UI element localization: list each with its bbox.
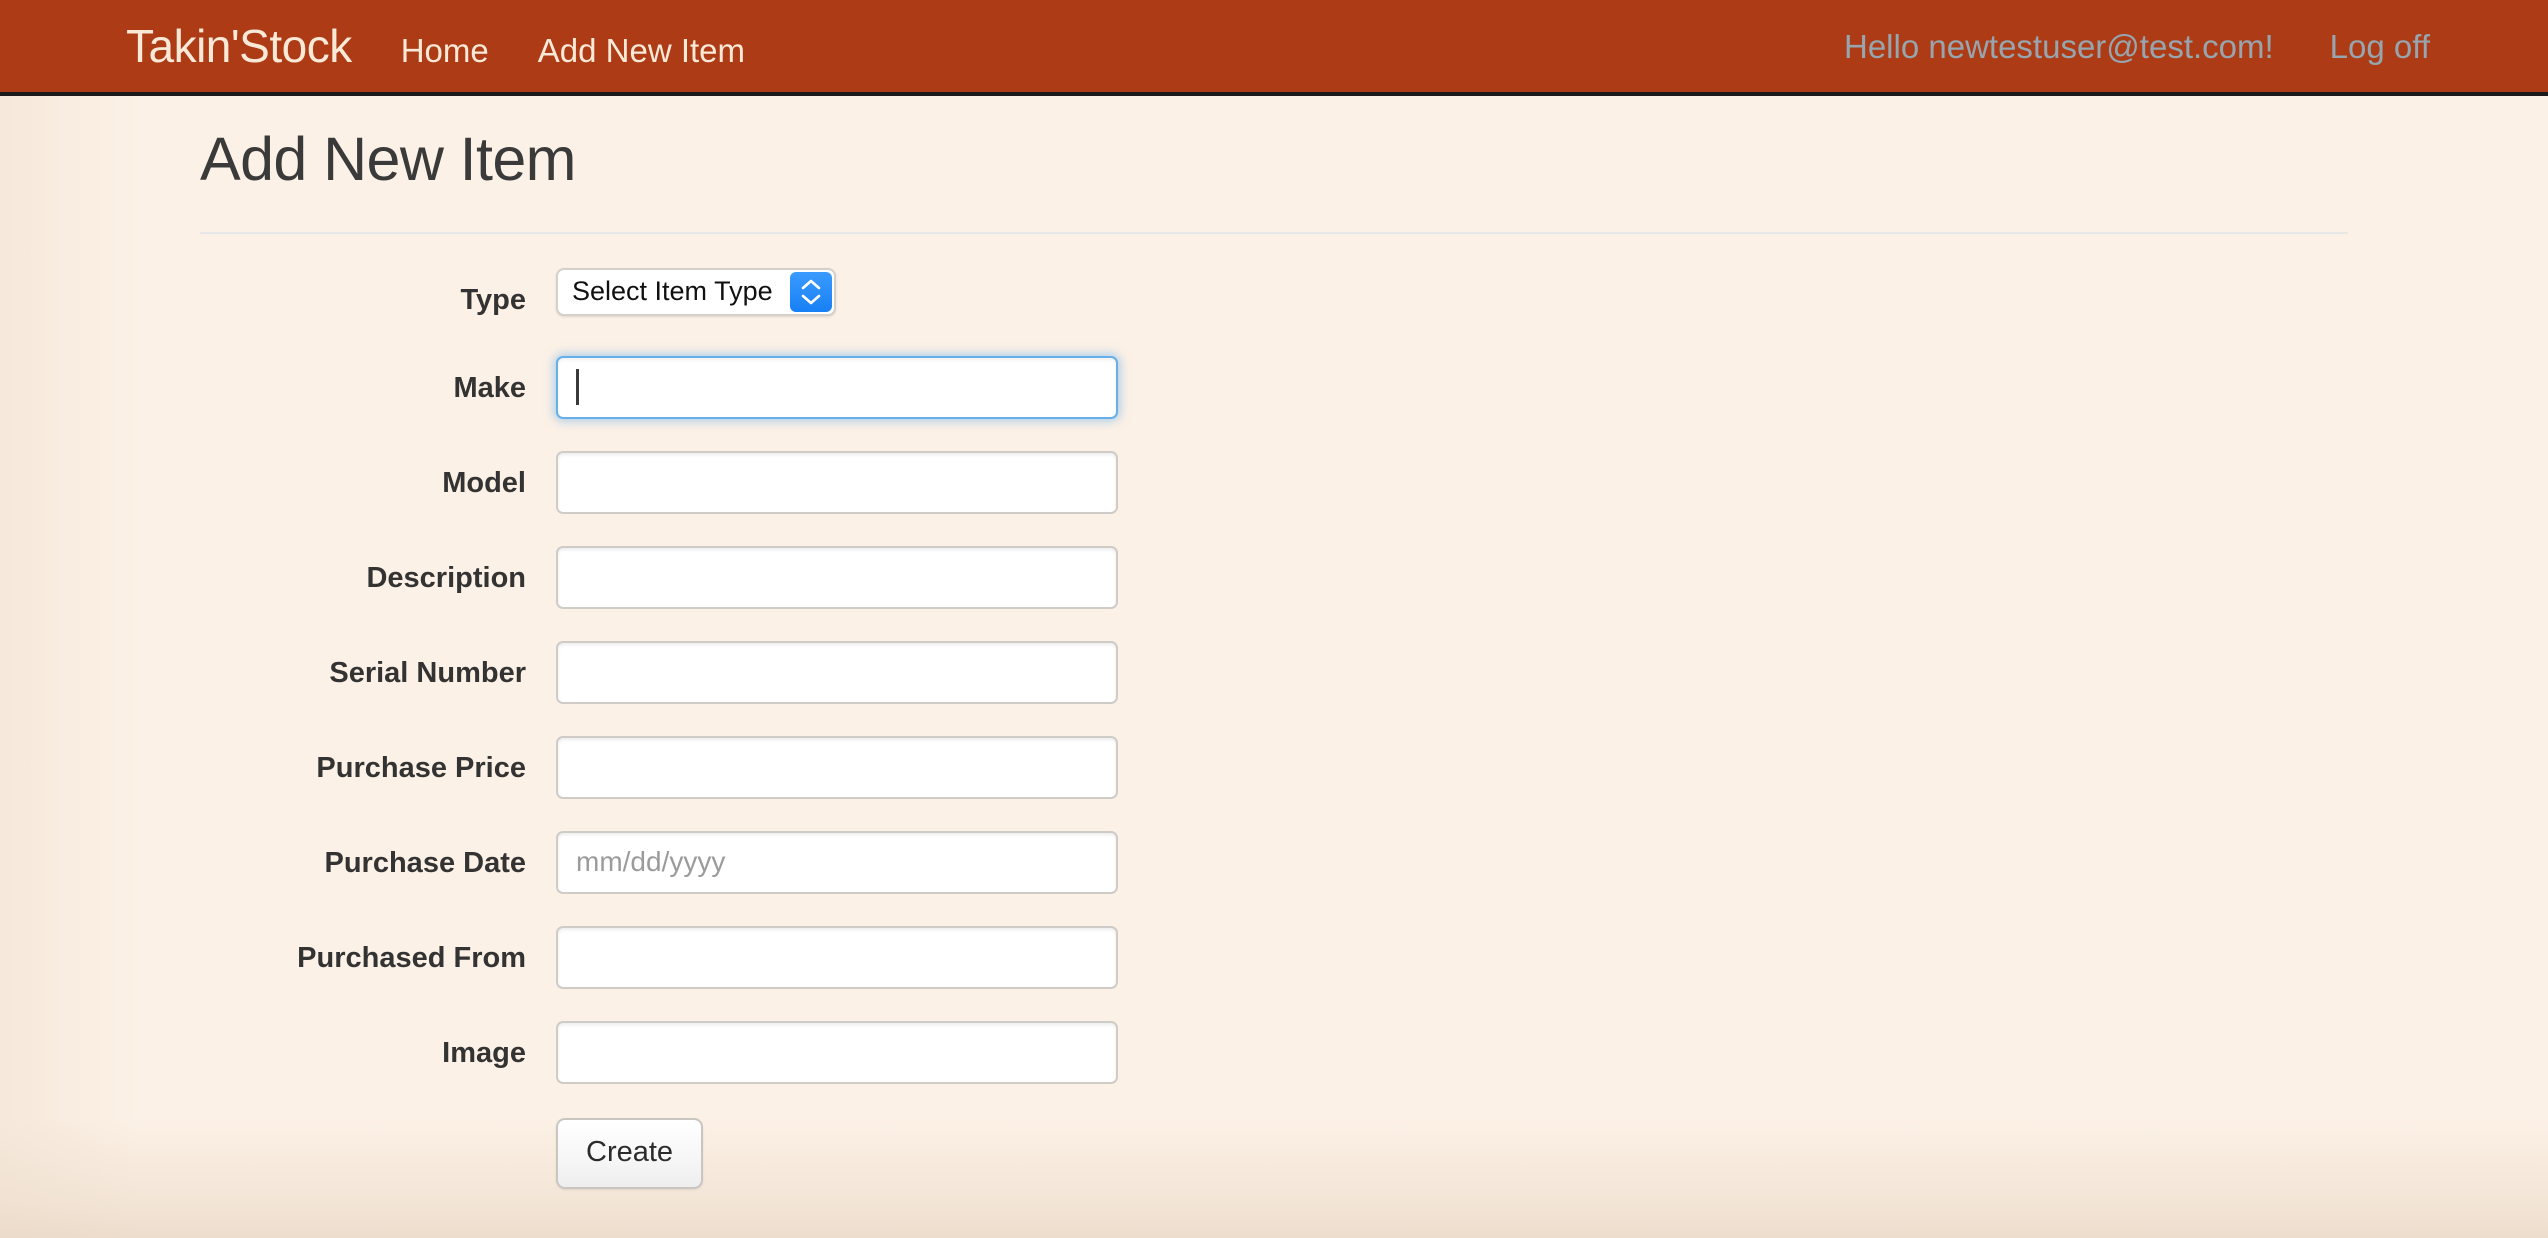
page-title: Add New Item — [200, 125, 577, 193]
control-wrap-serial-number — [556, 640, 1118, 704]
navbar-right-group: Hello newtestuser@test.com! Log off — [1844, 30, 2548, 63]
form-row-description: Description — [0, 545, 2548, 609]
control-wrap-purchase-price — [556, 735, 1118, 799]
title-divider — [200, 231, 2348, 234]
control-wrap-submit: Create — [556, 1117, 1118, 1189]
label-purchase-date: Purchase Date — [324, 846, 527, 879]
text-caret — [576, 368, 579, 405]
add-new-item-form: Type Select Item Type Make Model Descrip… — [0, 267, 2548, 1189]
description-input[interactable] — [556, 545, 1118, 609]
form-row-model: Model — [0, 450, 2548, 514]
control-wrap-model — [556, 450, 1118, 514]
serial-number-input[interactable] — [556, 640, 1118, 704]
type-select[interactable]: Select Item Type — [556, 267, 836, 316]
make-input-wrap — [556, 355, 1118, 419]
control-wrap-image — [556, 1020, 1118, 1084]
navbar-left-group: Takin'Stock Home Add New Item — [0, 23, 745, 69]
make-input[interactable] — [556, 355, 1118, 419]
label-purchase-price: Purchase Price — [316, 751, 526, 784]
label-description: Description — [366, 561, 526, 594]
label-type: Type — [460, 283, 526, 316]
model-input[interactable] — [556, 450, 1118, 514]
label-purchased-from: Purchased From — [297, 941, 526, 974]
page-container: Add New Item Type Select Item Type Make … — [0, 96, 2548, 1189]
type-select-value: Select Item Type — [572, 276, 773, 307]
control-wrap-purchase-date — [556, 830, 1118, 894]
purchase-date-input[interactable] — [556, 830, 1118, 894]
purchased-from-input[interactable] — [556, 925, 1118, 989]
create-button[interactable]: Create — [556, 1117, 704, 1189]
type-select-box[interactable]: Select Item Type — [556, 267, 836, 316]
image-input[interactable] — [556, 1020, 1118, 1084]
form-row-serial-number: Serial Number — [0, 640, 2548, 704]
form-row-make: Make — [0, 355, 2548, 419]
control-wrap-description — [556, 545, 1118, 609]
label-submit-spacer — [0, 1118, 556, 1132]
chevron-up-icon — [801, 279, 821, 290]
form-row-submit: Create — [0, 1117, 2548, 1189]
form-row-purchased-from: Purchased From — [0, 925, 2548, 989]
chevron-down-icon — [801, 294, 821, 305]
form-row-purchase-price: Purchase Price — [0, 735, 2548, 799]
control-wrap-make — [556, 355, 1118, 419]
label-make: Make — [453, 371, 526, 404]
log-off-link[interactable]: Log off — [2330, 30, 2430, 63]
brand-link[interactable]: Takin'Stock — [126, 23, 352, 69]
form-row-image: Image — [0, 1020, 2548, 1084]
purchase-price-input[interactable] — [556, 735, 1118, 799]
form-row-type: Type Select Item Type — [0, 267, 2548, 324]
control-wrap-purchased-from — [556, 925, 1118, 989]
control-wrap-type: Select Item Type — [556, 267, 1118, 316]
form-row-purchase-date: Purchase Date — [0, 830, 2548, 894]
user-greeting-link[interactable]: Hello newtestuser@test.com! — [1844, 30, 2274, 63]
label-serial-number: Serial Number — [329, 656, 526, 689]
nav-link-home[interactable]: Home — [401, 34, 489, 67]
nav-link-add-new-item[interactable]: Add New Item — [538, 34, 745, 67]
label-image: Image — [442, 1036, 526, 1069]
label-model: Model — [442, 466, 526, 499]
type-select-stepper[interactable] — [790, 271, 832, 312]
top-navbar: Takin'Stock Home Add New Item Hello newt… — [0, 0, 2548, 96]
